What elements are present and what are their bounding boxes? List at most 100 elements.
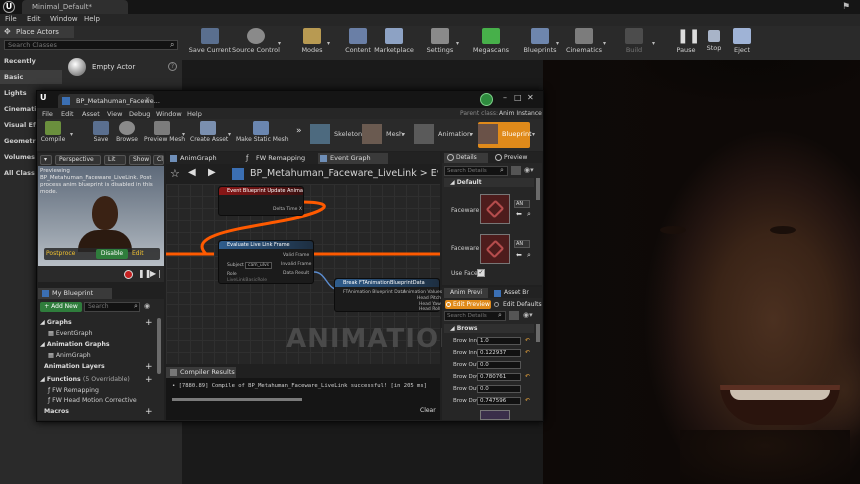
animation-dropdown-icon[interactable]: ▾ bbox=[470, 131, 473, 138]
mesh-dropdown-icon[interactable]: ▾ bbox=[402, 131, 405, 138]
brows-category-header[interactable]: ◢ Brows bbox=[444, 324, 534, 333]
mode-skeleton-button[interactable]: Skeleton bbox=[310, 122, 362, 148]
eject-button[interactable]: Eject bbox=[714, 28, 770, 58]
functions-section-header[interactable]: ◢ Functions (5 Overridable) bbox=[40, 375, 156, 385]
bookmark-star-icon[interactable]: ☆ bbox=[170, 167, 180, 180]
category-recently-placed[interactable]: Recently Placed bbox=[0, 54, 62, 79]
menu-window[interactable]: Window bbox=[50, 15, 78, 23]
perspective-button[interactable]: Perspective bbox=[55, 155, 101, 165]
pin-animation-values[interactable]: Animation Values bbox=[403, 290, 442, 295]
bp-menu-window[interactable]: Window bbox=[156, 110, 182, 118]
add-new-button[interactable]: + Add New bbox=[40, 302, 82, 312]
anim-preview-editor-tab[interactable]: Anim Previ bbox=[444, 288, 488, 298]
node-break-animation-data[interactable]: Break FTAnimationBlueprintData FTAnimati… bbox=[334, 278, 442, 312]
anim-preview-scrollbar[interactable] bbox=[536, 324, 540, 342]
use-selected-arrow-icon[interactable]: ⬅ bbox=[516, 251, 522, 259]
settings-button[interactable]: Settings bbox=[412, 28, 468, 58]
bp-menu-edit[interactable]: Edit bbox=[61, 110, 74, 118]
empty-actor-sphere-icon[interactable] bbox=[68, 58, 86, 76]
view-options-eye-icon[interactable]: ◉▾ bbox=[523, 311, 533, 319]
anim-preview-search-input[interactable]: Search Details bbox=[444, 311, 506, 321]
mode-animation-button[interactable]: Animation bbox=[414, 122, 476, 148]
tab-event-graph[interactable]: Event Graph bbox=[318, 153, 388, 164]
role-value-field[interactable]: LiveLinkBasicRole bbox=[227, 278, 267, 283]
brow-value-field[interactable]: 0.122937 bbox=[477, 349, 521, 357]
event-graph-item[interactable]: ▦ EventGraph bbox=[48, 329, 156, 339]
pin-head-pitch[interactable]: Head Pitch bbox=[417, 296, 441, 301]
details-scrollbar[interactable] bbox=[536, 178, 540, 200]
compile-dropdown-icon[interactable]: ▾ bbox=[70, 131, 73, 138]
brow-value-field[interactable]: 1.0 bbox=[477, 337, 521, 345]
macros-section-header[interactable]: Macros bbox=[40, 407, 156, 417]
compiler-horizontal-scrollbar[interactable] bbox=[172, 398, 302, 401]
browse-button[interactable]: Browse bbox=[114, 121, 140, 143]
source-control-dropdown-icon[interactable]: ▾ bbox=[278, 40, 281, 47]
pin-role[interactable]: Role bbox=[227, 272, 237, 277]
source-control-button[interactable]: Source Control bbox=[228, 28, 284, 58]
reset-to-default-icon[interactable]: ↶ bbox=[525, 349, 530, 356]
empty-actor-label[interactable]: Empty Actor bbox=[92, 63, 135, 71]
help-icon[interactable]: ? bbox=[168, 62, 177, 71]
viewport-more-button[interactable]: Cli bbox=[153, 155, 164, 165]
reset-to-default-icon[interactable]: ↶ bbox=[525, 337, 530, 344]
property-matrix-icon[interactable] bbox=[509, 311, 519, 320]
close-tab-icon[interactable]: ✕ bbox=[145, 96, 150, 103]
node-evaluate-live-link-frame[interactable]: Evaluate Live Link Frame Subject cam_ulv… bbox=[218, 240, 314, 284]
property-matrix-icon[interactable] bbox=[511, 166, 521, 175]
disable-postprocess-button[interactable]: Disable bbox=[96, 249, 128, 259]
brow-value-field[interactable]: 0.747596 bbox=[477, 397, 521, 405]
toolbar-overflow-button[interactable]: » bbox=[296, 126, 302, 136]
menu-file[interactable]: File bbox=[5, 15, 17, 23]
browse-asset-icon[interactable]: ⌕ bbox=[527, 251, 531, 260]
bp-menu-asset[interactable]: Asset bbox=[82, 110, 100, 118]
reset-to-default-icon[interactable]: ↶ bbox=[525, 373, 530, 380]
show-button[interactable]: Show bbox=[129, 155, 151, 165]
menu-edit[interactable]: Edit bbox=[27, 15, 41, 23]
default-category-header[interactable]: ◢ Default bbox=[444, 178, 534, 187]
pin-delta-time[interactable]: Delta Time X bbox=[273, 207, 302, 212]
my-blueprint-scrollbar[interactable] bbox=[157, 318, 161, 374]
edit-postprocess-button[interactable]: Edit bbox=[132, 250, 144, 257]
bp-menu-file[interactable]: File bbox=[42, 110, 53, 118]
asset-thumbnail-partial[interactable] bbox=[480, 410, 510, 420]
category-basic[interactable]: Basic bbox=[0, 70, 62, 84]
pin-data-result[interactable]: Data Result bbox=[283, 271, 309, 276]
use-face-checkbox[interactable]: ✓ bbox=[477, 269, 485, 277]
pin-valid-frame[interactable]: Valid Frame bbox=[283, 253, 309, 258]
create-asset-dropdown-icon[interactable]: ▾ bbox=[228, 131, 231, 138]
view-options-eye-icon[interactable]: ◉▾ bbox=[524, 166, 534, 174]
graph-breadcrumb[interactable]: BP_Metahuman_Faceware_LiveLink > Event G… bbox=[250, 168, 438, 179]
node-event-blueprint-update[interactable]: Event Blueprint Update Animation Delta T… bbox=[218, 186, 304, 216]
compile-button[interactable]: Compile bbox=[40, 121, 66, 143]
subject-value-field[interactable]: cam_ulvs bbox=[245, 262, 272, 269]
bp-menu-view[interactable]: View bbox=[107, 110, 122, 118]
build-dropdown-icon[interactable]: ▾ bbox=[652, 40, 655, 47]
clear-button[interactable]: Clear bbox=[420, 407, 436, 414]
maximize-icon[interactable]: □ bbox=[514, 93, 522, 102]
close-window-icon[interactable]: ✕ bbox=[527, 93, 534, 102]
animation-graphs-section-header[interactable]: ◢ Animation Graphs bbox=[40, 340, 156, 350]
add-macro-icon[interactable]: + bbox=[145, 407, 153, 417]
lit-button[interactable]: Lit bbox=[104, 155, 126, 165]
minimize-icon[interactable]: – bbox=[503, 93, 507, 102]
create-asset-button[interactable]: Create Asset bbox=[190, 121, 228, 143]
megascans-button[interactable]: Megascans bbox=[463, 28, 519, 58]
edit-preview-radio[interactable]: Edit Preview bbox=[445, 300, 491, 309]
my-blueprint-search-input[interactable]: Search bbox=[84, 302, 140, 312]
blueprint-tab[interactable]: BP_Metahuman_Facewe... bbox=[58, 94, 160, 108]
add-graph-icon[interactable]: + bbox=[145, 318, 153, 328]
edit-defaults-radio[interactable]: Edit Defaults bbox=[494, 300, 542, 309]
function-item-fw-head-motion[interactable]: ƒ FW Head Motion Corrective bbox=[48, 396, 156, 406]
bp-menu-debug[interactable]: Debug bbox=[129, 110, 150, 118]
add-function-icon[interactable]: + bbox=[145, 375, 153, 385]
pin-head-roll[interactable]: Head Roll bbox=[419, 307, 440, 312]
faceware-asset-thumbnail-2[interactable] bbox=[480, 234, 510, 264]
faceware-asset-combo-1[interactable]: AN bbox=[514, 200, 530, 208]
my-blueprint-tab[interactable]: My Blueprint bbox=[38, 288, 112, 299]
use-selected-arrow-icon[interactable]: ⬅ bbox=[516, 210, 522, 218]
add-animation-layer-icon[interactable]: + bbox=[145, 362, 153, 372]
forward-arrow-icon[interactable]: ▶ bbox=[208, 167, 216, 178]
menu-help[interactable]: Help bbox=[84, 15, 100, 23]
blueprint-mode-dropdown-icon[interactable]: ▾ bbox=[532, 131, 535, 138]
preview-mesh-button[interactable]: Preview Mesh bbox=[144, 121, 185, 143]
